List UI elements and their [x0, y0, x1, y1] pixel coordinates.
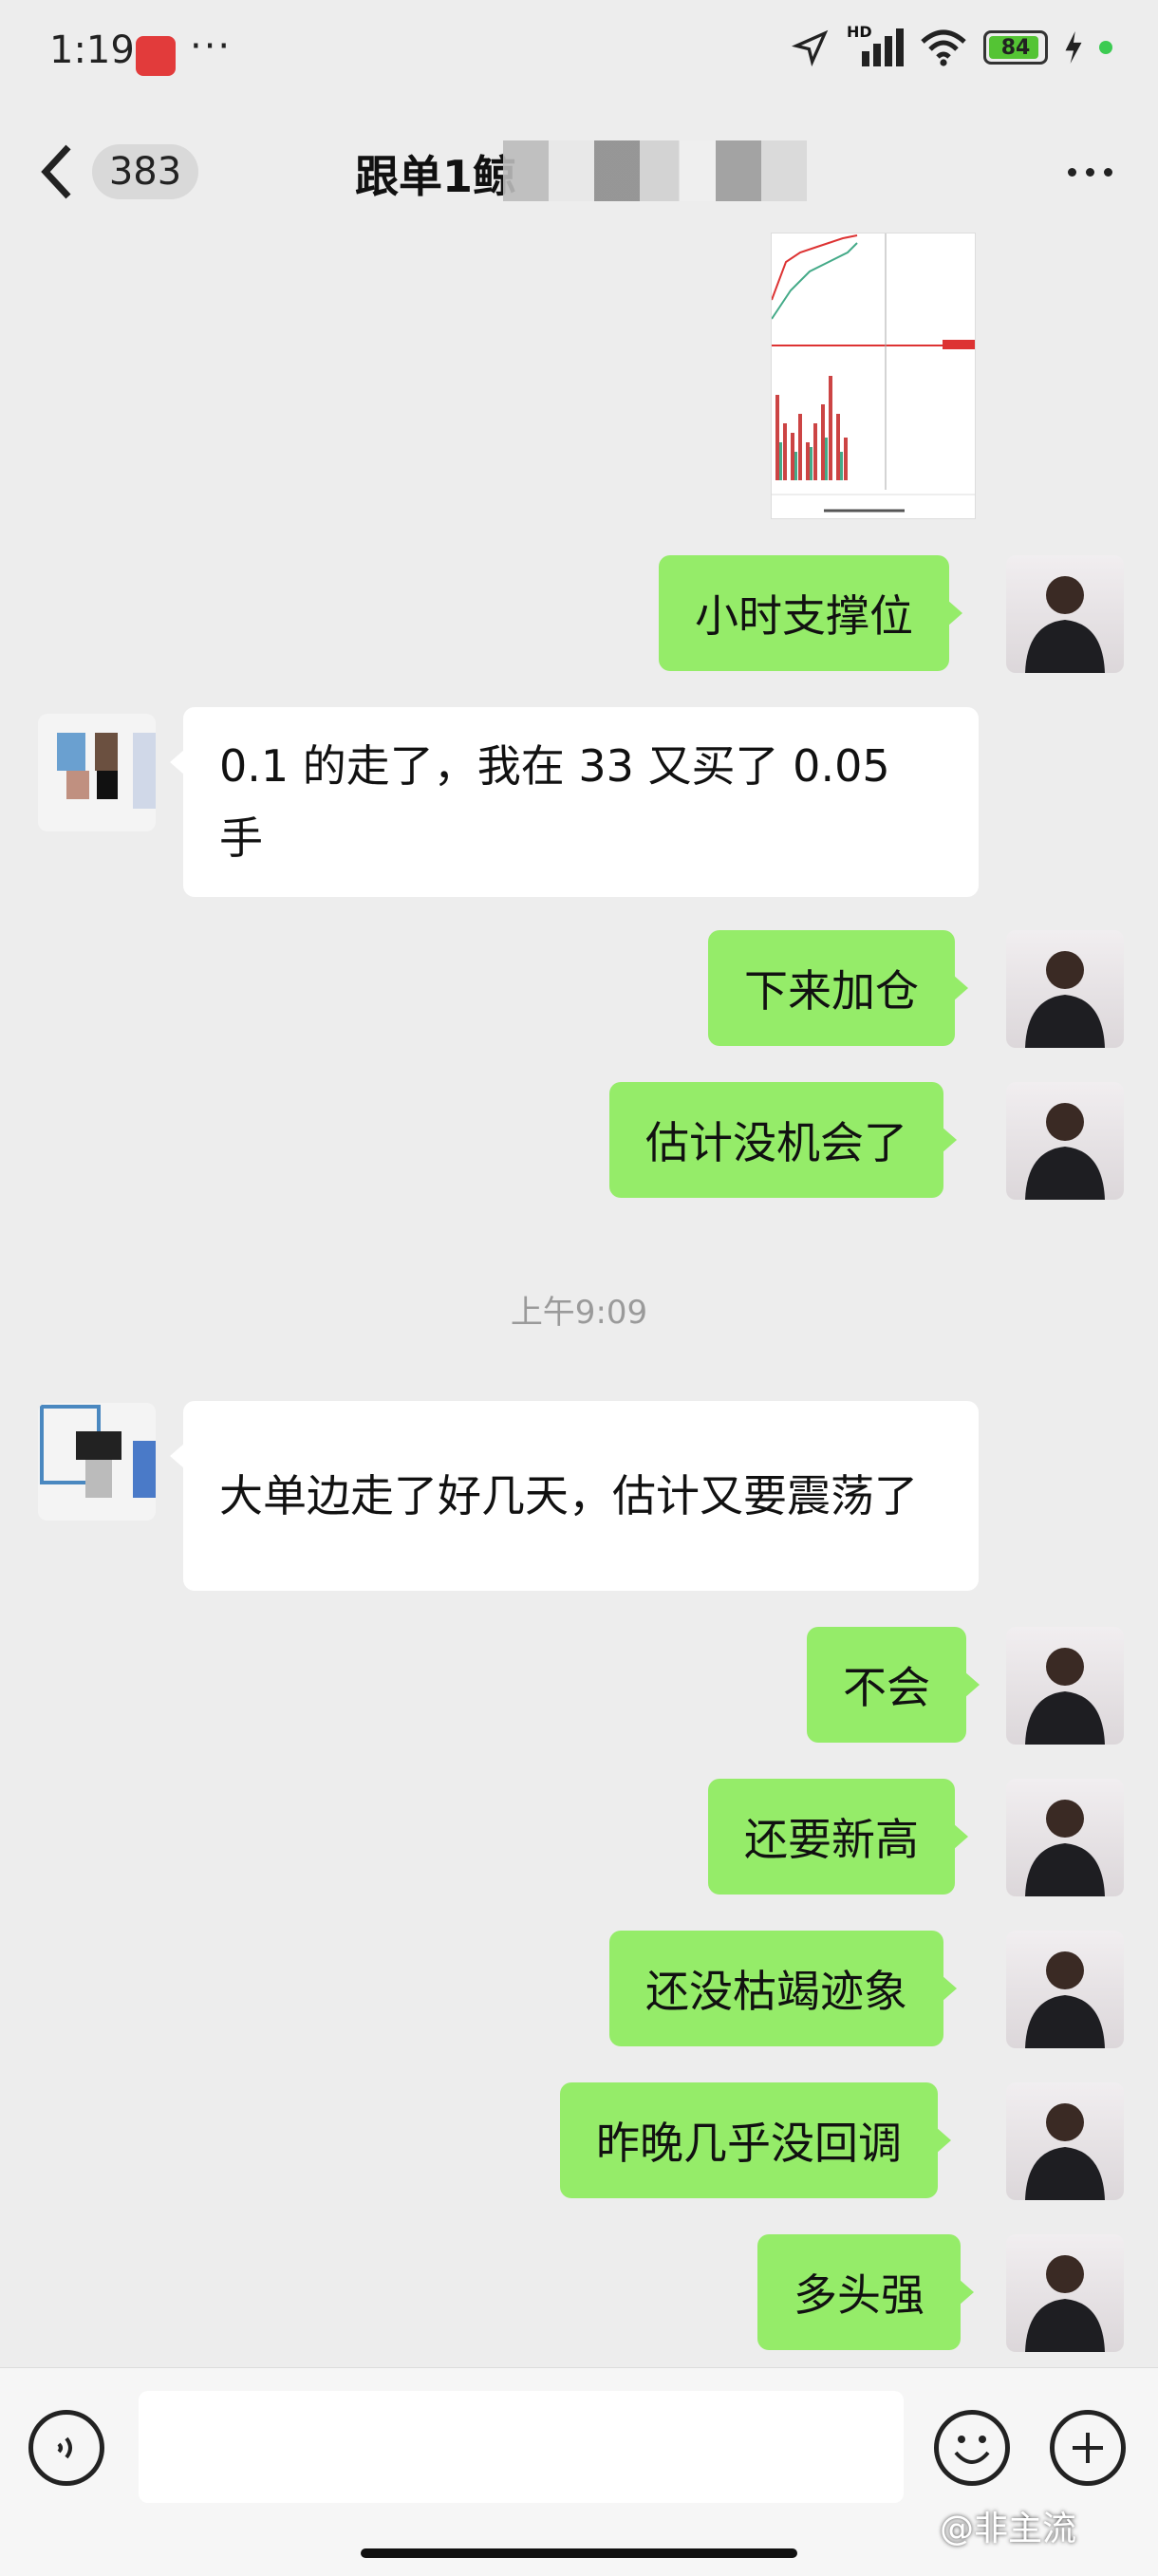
avatar[interactable]	[1006, 1779, 1124, 1896]
emoji-icon	[954, 2436, 990, 2464]
chevron-left-icon	[41, 144, 71, 199]
battery-icon: 84	[983, 30, 1048, 65]
avatar[interactable]	[1006, 555, 1124, 673]
more-actions-button[interactable]	[1050, 2410, 1126, 2486]
message-bubble-received[interactable]: 0.1 的走了，我在 33 又买了 0.05 手	[170, 707, 979, 897]
title-redaction	[503, 140, 807, 201]
avatar[interactable]	[1006, 2082, 1124, 2200]
avatar[interactable]	[1006, 1931, 1124, 2048]
status-icons: HD 84	[792, 23, 1112, 66]
status-time: 1:19	[49, 28, 135, 72]
message-bubble-sent[interactable]: 小时支撑位	[659, 555, 962, 671]
message-bubble-sent[interactable]: 不会	[807, 1627, 980, 1743]
status-more-dots: ···	[190, 25, 233, 68]
voice-icon	[57, 2436, 72, 2459]
message-input[interactable]	[139, 2391, 904, 2503]
message-bubble-sent[interactable]: 还没枯竭迹象	[609, 1931, 957, 2046]
signal-icon: HD	[847, 23, 904, 66]
status-bar: 1:19 ··· HD 84	[0, 0, 1158, 104]
emoji-button[interactable]	[934, 2410, 1010, 2486]
avatar[interactable]	[1006, 2234, 1124, 2352]
unread-count-badge[interactable]: 383	[92, 144, 198, 199]
avatar[interactable]	[1006, 1082, 1124, 1200]
wifi-icon	[921, 29, 966, 66]
location-icon	[792, 29, 829, 66]
chat-title: 跟单1鲸	[355, 151, 517, 202]
shared-chart-image[interactable]	[771, 233, 976, 519]
back-button[interactable]	[38, 139, 95, 205]
message-bubble-sent[interactable]: 还要新高	[708, 1779, 968, 1895]
avatar[interactable]	[38, 714, 156, 831]
message-bubble-sent[interactable]: 多头强	[757, 2234, 974, 2350]
message-timestamp: 上午9:09	[510, 1294, 648, 1332]
avatar[interactable]	[1006, 1627, 1124, 1745]
home-indicator[interactable]	[361, 2548, 797, 2558]
input-bar: @非主流	[0, 2367, 1158, 2576]
avatar[interactable]	[38, 1403, 156, 1521]
chat-header: 383 跟单1鲸	[0, 104, 1158, 237]
message-bubble-received[interactable]: 大单边走了好几天，估计又要震荡了	[170, 1401, 979, 1591]
voice-input-button[interactable]	[28, 2410, 104, 2486]
more-options-button[interactable]	[1046, 158, 1112, 186]
message-bubble-sent[interactable]: 下来加仓	[708, 930, 968, 1046]
app-notification-icon	[136, 36, 176, 76]
charging-icon	[1065, 31, 1082, 64]
avatar[interactable]	[1006, 930, 1124, 1048]
plus-icon	[1073, 2433, 1103, 2463]
message-bubble-sent[interactable]: 估计没机会了	[609, 1082, 957, 1198]
privacy-indicator	[1099, 41, 1112, 54]
watermark: @非主流	[940, 2510, 1077, 2548]
message-bubble-sent[interactable]: 昨晚几乎没回调	[560, 2082, 951, 2198]
